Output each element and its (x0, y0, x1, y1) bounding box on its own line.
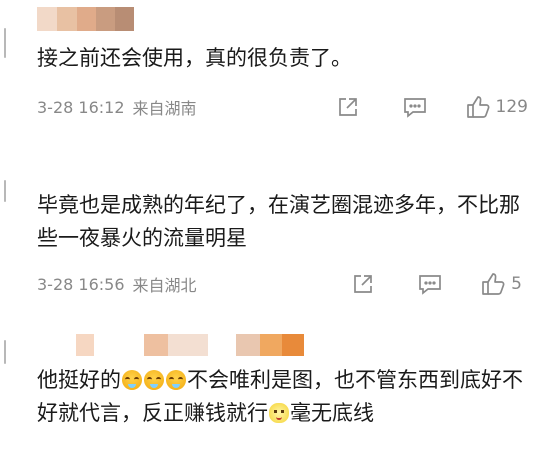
share-icon (354, 275, 373, 293)
crying-face-emoji (144, 370, 164, 390)
thumbs-up-icon (466, 96, 490, 118)
cat-face-emoji (269, 403, 289, 423)
comment-time: 3-28 16:12 (37, 97, 125, 117)
thread-edge (4, 28, 6, 58)
like-button[interactable]: 129 (465, 94, 528, 120)
like-count: 129 (495, 97, 528, 117)
share-button[interactable] (352, 273, 374, 295)
comment-text: 毕竟也是成熟的年纪了，在演艺圈混迹多年，不比那些一夜暴火的流量明星 (37, 193, 520, 250)
comment-item: 毕竟也是成熟的年纪了，在演艺圈混迹多年，不比那些一夜暴火的流量明星 3-28 1… (0, 158, 542, 313)
comment-location: 来自湖北 (132, 276, 197, 295)
comment-text: 接之前还会使用，真的很负责了。 (37, 46, 352, 70)
comment-actions: 129 (337, 94, 528, 120)
comment-actions: 5 (352, 271, 528, 297)
like-button[interactable]: 5 (480, 271, 522, 297)
comment-icon (419, 275, 442, 295)
comment-time: 3-28 16:56 (37, 274, 125, 294)
share-icon (338, 98, 357, 116)
comment-button[interactable] (418, 273, 442, 295)
comment-text-part3: 毫无底线 (290, 401, 374, 425)
comment-text: 他挺好的 不会唯利是图，也不管东西到底好不好就代言，反正赚钱就行 毫无底线 (37, 364, 528, 430)
username-blurred[interactable] (37, 7, 134, 31)
comment-meta: 3-28 16:12 来自湖南 129 (37, 93, 528, 121)
thread-edge (4, 180, 6, 202)
share-button[interactable] (337, 96, 359, 118)
comment-meta: 3-28 16:56 来自湖北 5 (37, 270, 528, 298)
crying-face-emoji (122, 370, 142, 390)
comment-location: 来自湖南 (132, 99, 197, 118)
comment-item: 他挺好的 不会唯利是图，也不管东西到底好不好就代言，反正赚钱就行 毫无底线 (0, 318, 542, 465)
thread-edge (4, 340, 6, 364)
comment-icon (403, 98, 426, 118)
crying-face-emoji (166, 370, 186, 390)
username-blurred[interactable] (76, 334, 304, 356)
comment-item: 接之前还会使用，真的很负责了。 3-28 16:12 来自湖南 129 (0, 0, 542, 150)
thumbs-up-icon (482, 273, 505, 295)
comment-button[interactable] (403, 96, 427, 118)
comment-text-part1: 他挺好的 (37, 368, 121, 392)
like-count: 5 (511, 274, 522, 294)
